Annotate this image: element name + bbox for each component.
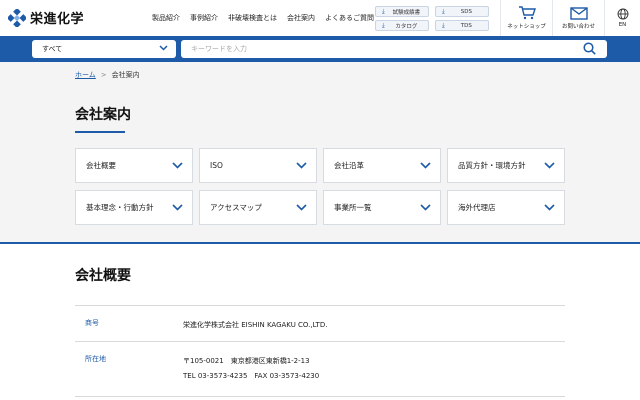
category-select[interactable]: すべて: [32, 40, 176, 58]
title-underline: [75, 131, 125, 133]
chevron-down-icon: [544, 162, 555, 169]
company-info-table: 商号 栄進化学株式会社 EISHIN KAGAKU CO.,LTD. 所在地 〒…: [75, 305, 565, 397]
page-header-section: ホーム > 会社案内 会社案内 会社概要 ISO 会社沿革 品質方針・環境方針 …: [0, 62, 640, 244]
row-value: 〒105-0021 東京都港区東新橋1-2-13 TEL 03-3573-423…: [183, 354, 319, 384]
row-value-line: 栄進化学株式会社 EISHIN KAGAKU CO.,LTD.: [183, 321, 328, 329]
contact-button[interactable]: お問い合わせ: [552, 0, 604, 36]
nav-item-ndt[interactable]: 非破壊検査とは: [228, 13, 277, 23]
download-icon: ⤓: [382, 7, 385, 15]
row-value: 栄進化学株式会社 EISHIN KAGAKU CO.,LTD.: [183, 318, 327, 333]
language-switch[interactable]: EN: [604, 0, 640, 36]
menu-card-label: 海外代理店: [458, 203, 496, 212]
logo[interactable]: 栄進化学: [8, 8, 84, 27]
chevron-down-icon: [172, 204, 183, 211]
globe-icon: [617, 8, 628, 20]
cart-icon: [518, 6, 536, 20]
nav-item-company[interactable]: 会社案内: [287, 13, 315, 23]
download-icon: ⤓: [442, 21, 445, 29]
menu-card-label: 基本理念・行動方針: [86, 203, 154, 212]
download-links: ⤓ 試験成績書 ⤓ SDS ⤓ カタログ ⤓ TDS: [375, 6, 489, 31]
menu-card-history[interactable]: 会社沿革: [323, 148, 441, 183]
row-label: 商号: [85, 319, 99, 327]
page-title: 会社案内: [75, 107, 131, 123]
chevron-down-icon: [420, 162, 431, 169]
nav-item-cases[interactable]: 事例紹介: [190, 13, 218, 23]
download-catalog-button[interactable]: ⤓ カタログ: [375, 20, 429, 31]
search-input[interactable]: [181, 40, 607, 58]
menu-card-label: 会社概要: [86, 161, 116, 170]
company-menu: 会社概要 ISO 会社沿革 品質方針・環境方針 基本理念・行動方針 アクセスマッ…: [75, 148, 565, 225]
mail-icon: [569, 6, 588, 20]
chevron-down-icon: [159, 45, 168, 51]
net-shop-button[interactable]: ネットショップ: [500, 0, 552, 36]
menu-card-philosophy[interactable]: 基本理念・行動方針: [75, 190, 193, 225]
search-bar: すべて: [0, 36, 640, 62]
download-sds-button[interactable]: ⤓ SDS: [435, 6, 489, 17]
menu-card-quality-policy[interactable]: 品質方針・環境方針: [447, 148, 565, 183]
breadcrumb: ホーム > 会社案内: [75, 70, 140, 80]
download-tds-button[interactable]: ⤓ TDS: [435, 20, 489, 31]
table-row: 商号 栄進化学株式会社 EISHIN KAGAKU CO.,LTD.: [75, 306, 565, 342]
breadcrumb-separator: >: [100, 71, 107, 79]
download-icon: ⤓: [382, 21, 385, 29]
table-row: 所在地 〒105-0021 東京都港区東新橋1-2-13 TEL 03-3573…: [75, 342, 565, 397]
row-value-line: TEL 03-3573-4235 FAX 03-3573-4230: [183, 372, 320, 380]
chevron-down-icon: [296, 162, 307, 169]
menu-card-overseas-agents[interactable]: 海外代理店: [447, 190, 565, 225]
chevron-down-icon: [420, 204, 431, 211]
row-value-line: 〒105-0021 東京都港区東新橋1-2-13: [183, 357, 310, 365]
main-nav: 製品紹介 事例紹介 非破壊検査とは 会社案内 よくあるご質問: [152, 13, 384, 23]
menu-card-label: 事業所一覧: [334, 203, 372, 212]
breadcrumb-current: 会社案内: [111, 71, 140, 79]
menu-card-access-map[interactable]: アクセスマップ: [199, 190, 317, 225]
menu-card-label: アクセスマップ: [210, 203, 262, 212]
menu-card-label: 品質方針・環境方針: [458, 161, 526, 170]
breadcrumb-home-link[interactable]: ホーム: [75, 70, 96, 80]
nav-item-faq[interactable]: よくあるご質問: [325, 13, 374, 23]
menu-card-iso[interactable]: ISO: [199, 148, 317, 183]
search-icon[interactable]: [583, 42, 596, 55]
logo-mark-icon: [8, 8, 26, 27]
nav-item-products[interactable]: 製品紹介: [152, 13, 180, 23]
menu-card-overview[interactable]: 会社概要: [75, 148, 193, 183]
download-test-report-button[interactable]: ⤓ 試験成績書: [375, 6, 429, 17]
download-icon: ⤓: [442, 7, 445, 15]
menu-card-label: 会社沿革: [334, 161, 364, 170]
row-label: 所在地: [85, 355, 106, 363]
chevron-down-icon: [296, 204, 307, 211]
site-header: 栄進化学 製品紹介 事例紹介 非破壊検査とは 会社案内 よくあるご質問 ⤓ 試験…: [0, 0, 640, 36]
menu-card-label: ISO: [210, 161, 223, 170]
section-title-overview: 会社概要: [75, 268, 131, 284]
chevron-down-icon: [544, 204, 555, 211]
logo-text: 栄進化学: [30, 12, 85, 27]
menu-card-offices[interactable]: 事業所一覧: [323, 190, 441, 225]
chevron-down-icon: [172, 162, 183, 169]
category-select-value: すべて: [42, 45, 63, 53]
